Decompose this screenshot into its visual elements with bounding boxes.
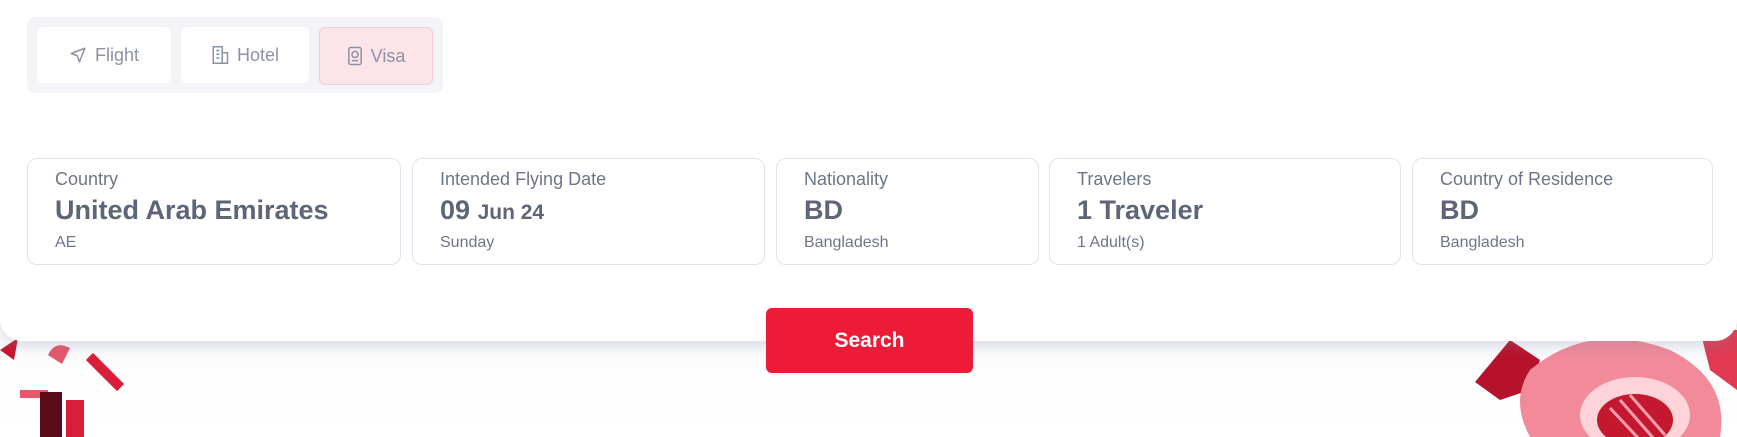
search-card: Flight Hotel Visa Country United Arab Em… [0, 0, 1737, 341]
tab-hotel-label: Hotel [236, 44, 280, 65]
search-button[interactable]: Search [766, 308, 973, 373]
confetti-decoration [0, 338, 125, 437]
nationality-value: BD [804, 195, 843, 225]
country-field[interactable]: Country United Arab Emirates AE [27, 158, 401, 265]
residence-field[interactable]: Country of Residence BD Bangladesh [1412, 158, 1713, 265]
travelers-field[interactable]: Travelers 1 Traveler 1 Adult(s) [1049, 158, 1401, 265]
tab-visa[interactable]: Visa [319, 27, 433, 85]
nationality-name: Bangladesh [804, 234, 889, 251]
passport-icon [347, 46, 363, 66]
residence-name: Bangladesh [1440, 234, 1525, 251]
country-code: AE [55, 234, 77, 251]
nationality-label: Nationality [804, 169, 889, 189]
travelers-value: 1 Traveler [1077, 195, 1204, 225]
flying-date-label: Intended Flying Date [440, 169, 607, 189]
traveler-illustration [1475, 330, 1737, 437]
tab-hotel[interactable]: Hotel [181, 27, 309, 83]
country-label: Country [55, 169, 119, 189]
service-tabs: Flight Hotel Visa [27, 17, 443, 93]
country-value: United Arab Emirates [55, 195, 329, 225]
travelers-breakdown: 1 Adult(s) [1077, 234, 1145, 251]
residence-value: BD [1440, 195, 1479, 225]
flying-date-field[interactable]: Intended Flying Date 09 Jun 24 Sunday [412, 158, 765, 265]
tab-visa-label: Visa [370, 45, 406, 66]
flying-date-day: 09 [440, 195, 471, 225]
flying-date-value: 09 Jun 24 [440, 195, 544, 226]
travelers-label: Travelers [1077, 169, 1152, 189]
building-icon [211, 45, 229, 65]
residence-label: Country of Residence [1440, 169, 1614, 189]
nationality-field[interactable]: Nationality BD Bangladesh [776, 158, 1039, 265]
flying-date-weekday: Sunday [440, 234, 495, 251]
flying-date-month-year: Jun 24 [477, 201, 545, 224]
tab-flight[interactable]: Flight [37, 27, 171, 83]
send-icon [69, 46, 87, 64]
tab-flight-label: Flight [94, 44, 139, 65]
